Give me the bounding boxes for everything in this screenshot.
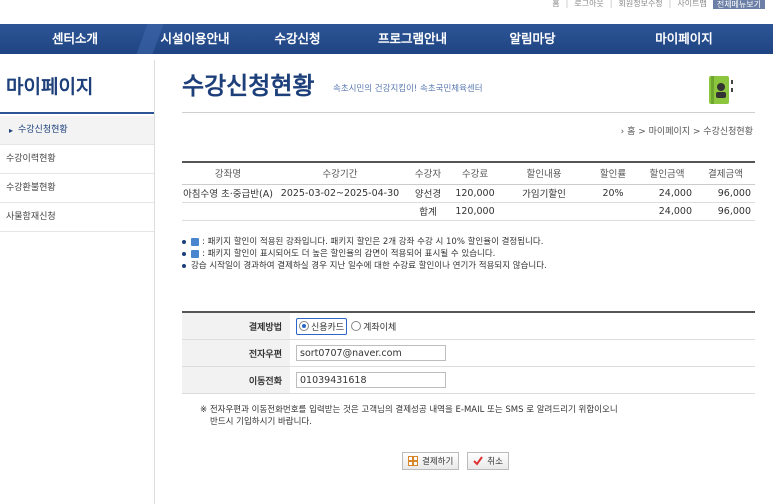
total-label: 합계 (406, 202, 450, 221)
nav-program-guide[interactable]: 프로그램안내 (355, 24, 470, 54)
sidebar-item-locker-reapply[interactable]: 사물함재신청 (0, 203, 154, 232)
edit-profile-link[interactable]: 회원정보수정 (619, 0, 663, 8)
payment-method-label: 결제방법 (182, 313, 290, 339)
sitemap-link[interactable]: 사이트맵 (677, 0, 706, 8)
sidebar-menu: 수강신청현황 수강이력현황 수강환불현황 사물함재신청 (0, 116, 154, 232)
pay-button[interactable]: 결제하기 (402, 452, 460, 470)
notice-item: 강습 시작일이 경과하여 결제하실 경우 지난 일수에 대한 수강료 할인이나 … (182, 260, 547, 272)
nav-my-page[interactable]: 마이페이지 (595, 24, 773, 54)
col-discount-type: 할인내용 (500, 161, 588, 185)
nav-course-registration[interactable]: 수강신청 (240, 24, 355, 54)
transfer-option[interactable]: 계좌이체 (351, 320, 396, 333)
table-total-row: 합계 120,000 24,000 96,000 (182, 202, 755, 221)
col-discount-rate: 할인률 (588, 161, 638, 185)
header-divider (182, 112, 755, 113)
sidebar-title: 마이페이지 (6, 76, 94, 98)
col-course-name: 강좌명 (182, 161, 274, 185)
notice-list: : 패키지 할인이 적용된 강좌입니다. 패키지 할인은 2개 강좌 수강 시 … (182, 236, 547, 272)
page-title: 수강신청현황 (182, 72, 315, 100)
email-label: 전자우편 (182, 340, 290, 366)
phone-row: 이동전화 (182, 367, 755, 394)
payment-form: 결제방법 신용카드 계좌이체 전자우편 이동전화 ※ 전자우편과 이동전화번호를… (182, 311, 755, 428)
package-icon (191, 238, 199, 246)
nav-facility-guide[interactable]: 시설이용안내 (150, 24, 240, 54)
discount-type: 가임기할인 (500, 184, 588, 203)
all-menu-button[interactable]: 전체메뉴보기 (712, 0, 765, 9)
page-subtitle: 속초시민의 건강지킴이! 속초국민체육센터 (333, 84, 483, 94)
col-fee: 수강료 (450, 161, 500, 185)
course-name: 아침수영 초·중급반(A) (182, 184, 274, 203)
card-option[interactable]: 신용카드 (296, 317, 348, 335)
total-payment: 96,000 (696, 202, 755, 221)
transfer-radio[interactable] (351, 321, 362, 331)
email-row: 전자우편 (182, 340, 755, 367)
sidebar-item-registration-status[interactable]: 수강신청현황 (0, 116, 154, 145)
total-fee: 120,000 (450, 202, 500, 221)
sidebar-item-refund-status[interactable]: 수강환불현황 (0, 174, 154, 203)
notice-item: : 패키지 할인이 적용된 강좌입니다. 패키지 할인은 2개 강좌 수강 시 … (182, 236, 547, 248)
col-student: 수강자 (406, 161, 450, 185)
course-period: 2025-03-02~2025-04-30 (274, 184, 406, 203)
check-icon (473, 456, 484, 466)
content-divider (154, 60, 155, 504)
card-icon (408, 456, 418, 466)
col-period: 수강기간 (274, 161, 406, 185)
home-link[interactable]: 홈 (552, 0, 559, 8)
utility-links: 홈 | 로그아웃 | 회원정보수정 | 사이트맵 전체메뉴보기 (552, 0, 765, 10)
discount-rate: 20% (588, 184, 638, 203)
course-table: 강좌명 수강기간 수강자 수강료 할인내용 할인률 할인금액 결제금액 아침수영… (182, 161, 755, 221)
contact-notice: ※ 전자우편과 이동전화번호를 입력받는 것은 고객님의 결제성공 내역을 E-… (200, 405, 618, 427)
main-nav: 센터소개 시설이용안내 수강신청 프로그램안내 알림마당 마이페이지 (0, 24, 773, 54)
table-header-row: 강좌명 수강기간 수강자 수강료 할인내용 할인률 할인금액 결제금액 (182, 161, 755, 185)
col-discount-amount: 할인금액 (638, 161, 696, 185)
cancel-button[interactable]: 취소 (467, 452, 509, 470)
phone-field[interactable] (296, 372, 446, 388)
phone-label: 이동전화 (182, 367, 290, 393)
table-row: 아침수영 초·중급반(A) 2025-03-02~2025-04-30 양선경 … (182, 184, 755, 203)
breadcrumb: › 홈 > 마이페이지 > 수강신청현황 (620, 127, 753, 137)
course-fee: 120,000 (450, 184, 500, 203)
payment-method-row: 결제방법 신용카드 계좌이체 (182, 313, 755, 340)
nav-notices[interactable]: 알림마당 (470, 24, 595, 54)
discount-amount: 24,000 (638, 184, 696, 203)
total-discount: 24,000 (638, 202, 696, 221)
address-book-icon (706, 74, 736, 106)
notice-item: : 패키지 할인이 표시되어도 더 높은 할인율의 감면이 적용되어 표시될 수… (182, 248, 547, 260)
action-buttons: 결제하기 취소 (402, 452, 509, 470)
card-radio[interactable] (299, 321, 309, 331)
student-name: 양선경 (406, 184, 450, 203)
logout-link[interactable]: 로그아웃 (574, 0, 603, 8)
email-field[interactable] (296, 345, 446, 361)
nav-center-intro[interactable]: 센터소개 (0, 24, 164, 54)
package-icon (191, 250, 199, 258)
sidebar-item-course-history[interactable]: 수강이력현황 (0, 145, 154, 174)
payment-amount: 96,000 (696, 184, 755, 203)
col-payment-amount: 결제금액 (696, 161, 755, 185)
sidebar-divider (0, 112, 154, 114)
